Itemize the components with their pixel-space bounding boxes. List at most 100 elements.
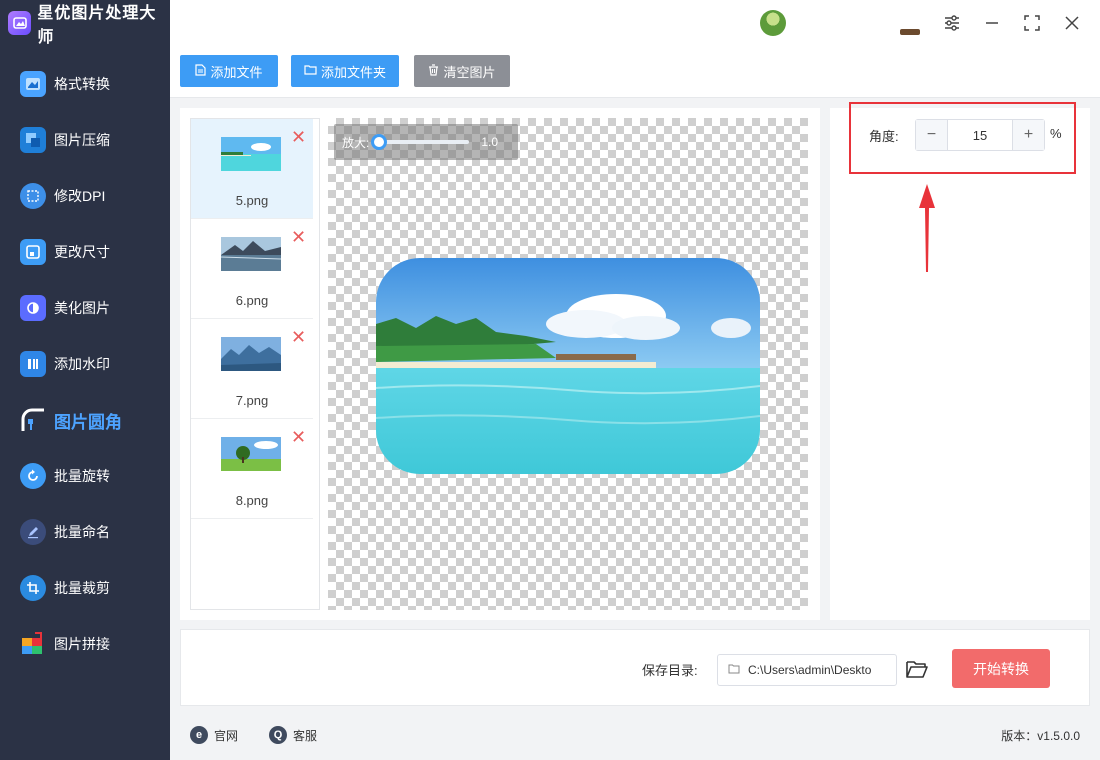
save-dir-label: 保存目录: [642,663,698,678]
beautify-icon [20,295,46,321]
sidebar-item-format-convert[interactable]: 格式转换 [0,56,170,112]
increment-button[interactable]: + [1012,120,1044,150]
clear-images-button[interactable]: 清空图片 [414,55,510,87]
file-name: 5.png [235,193,269,208]
save-dir-input[interactable]: C:\Users\admin\Deskto [717,654,897,686]
thumbnail-beach [221,137,281,171]
zoom-label: 放大: [342,135,370,150]
app-title: 星优图片处理大师 [0,0,170,46]
chat-icon: Q [269,726,287,744]
sidebar-item-label: 格式转换 [54,76,110,92]
sidebar-item-label: 图片拼接 [54,636,110,652]
sidebar-item-stitch[interactable]: 图片拼接 [0,616,170,672]
username-redacted-mark [900,29,920,35]
maximize-icon[interactable] [1021,12,1043,34]
close-icon[interactable] [1061,12,1083,34]
sidebar-item-label: 添加水印 [54,356,110,372]
file-list: 5.png ✕ 6.png ✕ 7.png ✕ 8.png ✕ [190,118,320,610]
add-file-label: 添加文件 [210,64,263,80]
angle-input[interactable] [948,120,1012,150]
delete-file-icon[interactable]: ✕ [291,427,306,448]
preview-image-rounded [376,258,760,474]
angle-setting-highlight: 角度: − + % [849,102,1076,174]
sidebar-item-image-compress[interactable]: 图片压缩 [0,112,170,168]
rotate-icon [20,463,46,489]
add-file-button[interactable]: 添加文件 [180,55,278,87]
stitch-icon [20,631,46,657]
sidebar-item-label: 更改尺寸 [54,244,110,260]
website-link[interactable]: e 官网 [190,726,238,744]
delete-file-icon[interactable]: ✕ [291,227,306,248]
version-text: 版本：v1.5.0.0 [1001,729,1080,743]
customer-service-link[interactable]: Q 客服 [269,726,317,744]
folder-icon [304,64,317,78]
sidebar-item-label: 批量旋转 [54,468,110,484]
work-panel: 5.png ✕ 6.png ✕ 7.png ✕ 8.png ✕ 放大: 1.0 [180,108,820,620]
file-item-7[interactable]: 7.png ✕ [191,319,313,419]
zoom-value: 1.0 [481,135,499,149]
sidebar-item-rename[interactable]: 批量命名 [0,504,170,560]
customer-service-label: 客服 [293,728,318,743]
zoom-slider-handle[interactable] [371,134,388,150]
sidebar-item-rounded-corner[interactable]: 图片圆角 [0,392,170,448]
zoom-control: 放大: 1.0 [334,124,518,160]
sidebar-item-resize[interactable]: 更改尺寸 [0,224,170,280]
add-folder-button[interactable]: 添加文件夹 [291,55,399,87]
start-convert-button[interactable]: 开始转换 [952,649,1050,688]
sidebar-item-crop[interactable]: 批量裁剪 [0,560,170,616]
resize-icon [20,239,46,265]
angle-stepper: − + [915,119,1045,151]
zoom-slider[interactable] [371,134,470,150]
app-title-text: 星优图片处理大师 [37,5,157,46]
browse-folder-icon[interactable] [905,657,929,681]
watermark-icon [20,351,46,377]
sidebar: 星优图片处理大师 格式转换 图片压缩 修改DPI 更改尺寸 美化图片 添加水印 … [0,0,170,760]
user-account[interactable] [760,10,930,36]
save-dir-value: C:\Users\admin\Deskto [748,663,872,677]
username-redacted [790,17,930,29]
output-panel: 保存目录: C:\Users\admin\Deskto 开始转换 [180,629,1090,706]
thumbnail-mountains [221,337,281,371]
footer: e 官网 Q 客服 版本：v1.5.0.0 [170,712,1100,760]
red-arrow-annotation [919,184,935,272]
settings-panel: 角度: − + % [830,102,1090,620]
sidebar-item-label: 图片压缩 [54,132,110,148]
file-name: 6.png [235,293,269,308]
folder-outline-icon [728,663,740,677]
angle-unit: % [1050,126,1062,141]
sidebar-item-label: 修改DPI [54,188,106,204]
dpi-icon [20,183,46,209]
avatar[interactable] [760,10,786,36]
sidebar-item-watermark[interactable]: 添加水印 [0,336,170,392]
file-item-5[interactable]: 5.png ✕ [191,119,313,219]
website-label: 官网 [214,728,239,743]
delete-file-icon[interactable]: ✕ [291,127,306,148]
title-bar [170,0,1100,46]
minimize-icon[interactable] [981,12,1003,34]
rename-icon [20,519,46,545]
sidebar-item-label: 美化图片 [54,300,110,316]
thumbnail-tree-field [221,437,281,471]
sidebar-item-label: 图片圆角 [54,412,122,432]
crop-icon [20,575,46,601]
sidebar-item-beautify[interactable]: 美化图片 [0,280,170,336]
decrement-button[interactable]: − [916,120,948,150]
sidebar-item-label: 批量裁剪 [54,580,110,596]
file-item-6[interactable]: 6.png ✕ [191,219,313,319]
add-folder-label: 添加文件夹 [320,64,386,80]
image-preview-canvas[interactable]: 放大: 1.0 [328,118,808,610]
sidebar-item-dpi[interactable]: 修改DPI [0,168,170,224]
angle-label: 角度: [869,129,899,144]
trash-icon [428,63,439,79]
delete-file-icon[interactable]: ✕ [291,327,306,348]
sidebar-item-rotate[interactable]: 批量旋转 [0,448,170,504]
ie-icon: e [190,726,208,744]
file-icon [195,63,207,79]
clear-images-label: 清空图片 [443,64,496,80]
settings-sliders-icon[interactable] [941,12,963,34]
file-name: 7.png [235,393,269,408]
rounded-corner-icon [20,407,46,433]
file-name: 8.png [235,493,269,508]
file-item-8[interactable]: 8.png ✕ [191,419,313,519]
sidebar-item-label: 批量命名 [54,524,110,540]
